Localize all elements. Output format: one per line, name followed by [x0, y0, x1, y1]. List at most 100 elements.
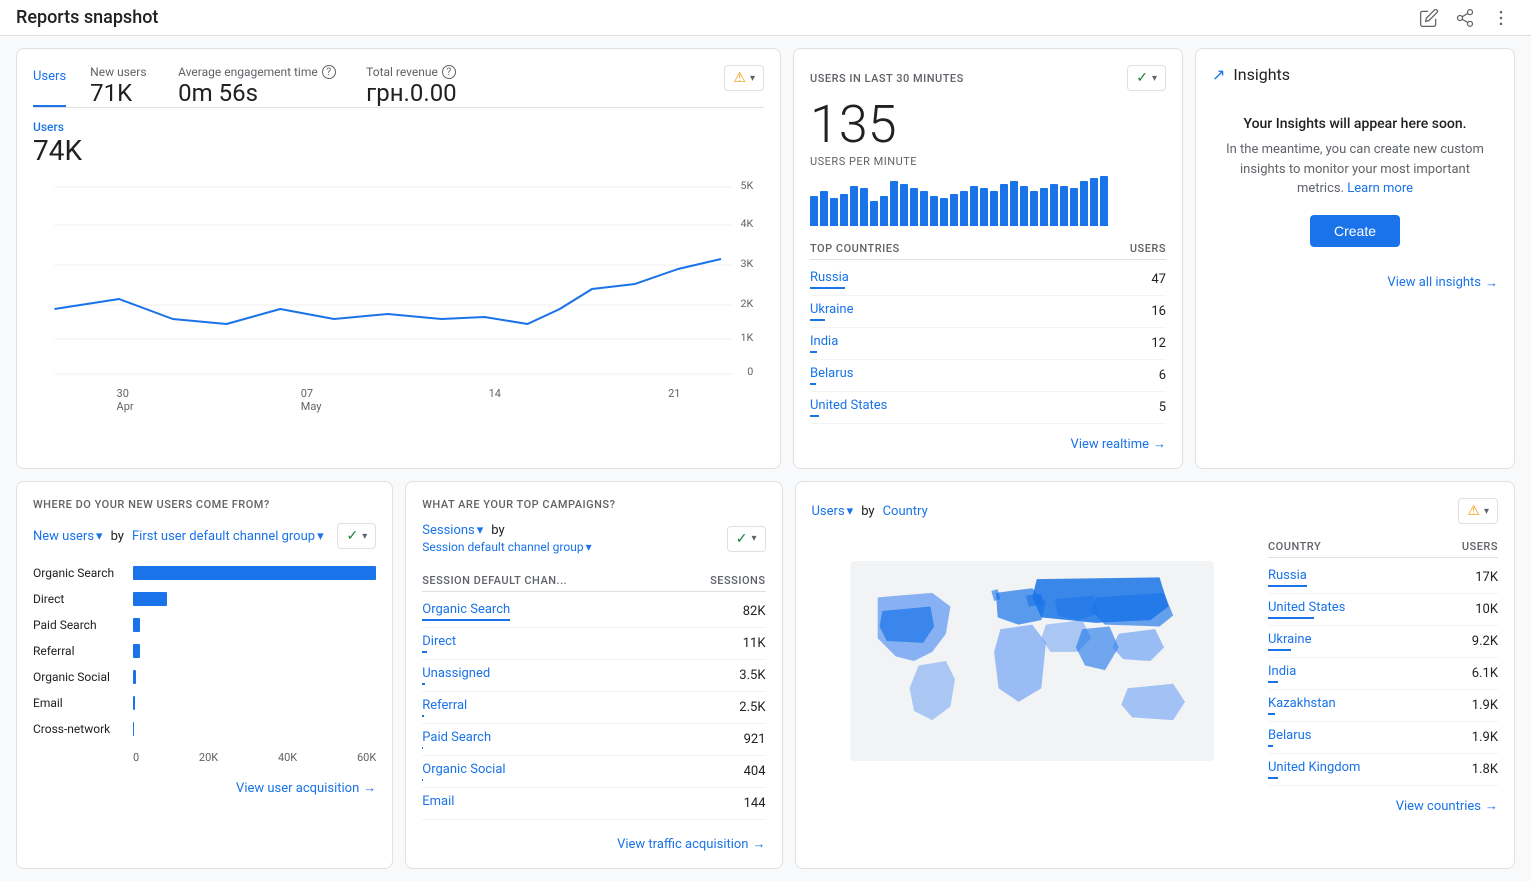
realtime-bar-chart	[810, 176, 1166, 226]
country-cell: United States	[810, 398, 887, 417]
session-channel-link[interactable]: Organic Social	[422, 762, 505, 777]
view-traffic-link[interactable]: View traffic acquisition →	[422, 836, 765, 852]
realtime-card: USERS IN LAST 30 MINUTES ✓ ▾ 135 USERS P…	[793, 48, 1183, 469]
view-realtime-link[interactable]: View realtime →	[810, 436, 1166, 452]
campaigns-filter-button[interactable]: ✓ ▾	[727, 526, 766, 552]
campaigns-section-title: WHAT ARE YOUR TOP CAMPAIGNS?	[422, 498, 765, 511]
share-icon[interactable]	[1451, 4, 1479, 32]
session-channel-link[interactable]: Referral	[422, 698, 467, 713]
geo-country-link[interactable]: Belarus	[1268, 728, 1312, 743]
acquisition-card: WHERE DO YOUR NEW USERS COME FROM? New u…	[16, 481, 393, 869]
engagement-info-icon[interactable]: ?	[322, 65, 336, 79]
country-count: 5	[1159, 400, 1166, 415]
acquisition-filter-button[interactable]: ✓ ▾	[337, 523, 376, 549]
bar-mini	[920, 191, 928, 226]
geo-header: Users ▾ by Country ⚠ ▾	[812, 498, 1499, 524]
geo-rows: Russia 17K United States 10K Ukraine 9.2…	[1268, 562, 1498, 786]
geo-country-link[interactable]: United Kingdom	[1268, 760, 1360, 775]
channel-label: Organic Search	[33, 566, 133, 580]
bar-mini	[860, 188, 868, 226]
country-cell: Russia	[810, 270, 849, 289]
create-button[interactable]: Create	[1310, 215, 1400, 247]
geo-country-cell: Belarus	[1268, 728, 1312, 747]
session-channel-cell: Organic Search	[422, 602, 510, 621]
view-all-insights-link[interactable]: View all insights →	[1212, 275, 1498, 291]
country-link[interactable]: United States	[810, 398, 887, 413]
channel-bar-container	[133, 617, 376, 633]
insights-title: Insights	[1233, 65, 1290, 84]
campaigns-filter-main: Sessions ▾ by	[422, 523, 591, 538]
realtime-subtitle: USERS PER MINUTE	[810, 155, 1166, 168]
view-acquisition-link[interactable]: View user acquisition →	[33, 780, 376, 796]
session-channel-cell: Unassigned	[422, 666, 490, 685]
bar-mini	[990, 191, 998, 226]
geo-content: COUNTRY USERS Russia 17K United States 1…	[812, 536, 1499, 786]
country-bar	[810, 319, 825, 321]
geo-country-link[interactable]: Russia	[1268, 568, 1307, 583]
geo-country-bar	[1268, 681, 1278, 683]
chart-svg: 5K 4K 3K 2K 1K 0	[33, 179, 764, 379]
realtime-dropdown-arrow: ▾	[1152, 73, 1157, 84]
learn-more-link[interactable]: Learn more	[1347, 181, 1413, 196]
session-count: 11K	[743, 636, 766, 651]
view-countries-link[interactable]: View countries →	[812, 798, 1499, 814]
campaigns-filter-sub: Session default channel group ▾	[422, 540, 591, 554]
bar-mini	[910, 188, 918, 226]
country-link[interactable]: Belarus	[810, 366, 854, 381]
realtime-filter-button[interactable]: ✓ ▾	[1127, 65, 1166, 91]
country-count: 16	[1151, 304, 1166, 319]
geo-filter: Users ▾ by Country	[812, 504, 928, 519]
more-icon[interactable]	[1487, 4, 1515, 32]
edit-icon[interactable]	[1415, 4, 1443, 32]
geo-country-link[interactable]: United States	[1268, 600, 1345, 615]
geo-country-link[interactable]: Kazakhstan	[1268, 696, 1336, 711]
page-title: Reports snapshot	[16, 7, 158, 28]
geo-metric-filter[interactable]: Users ▾	[812, 504, 854, 519]
geo-country-cell: Ukraine	[1268, 632, 1311, 651]
revenue-info-icon[interactable]: ?	[442, 65, 456, 79]
channel-bar-container	[133, 695, 376, 711]
channel-row: Paid Search	[33, 617, 376, 633]
avg-engagement-value: 0m 56s	[178, 79, 358, 107]
country-row: Belarus 6	[810, 360, 1166, 392]
country-cell: India	[810, 334, 838, 353]
session-channel-cell: Paid Search	[422, 730, 491, 749]
country-bar	[810, 415, 819, 417]
channel-filter[interactable]: First user default channel group ▾	[132, 529, 324, 544]
country-bar	[810, 351, 817, 353]
warning-button[interactable]: ⚠ ▾	[724, 65, 764, 91]
geo-warning-icon: ⚠	[1467, 503, 1480, 519]
session-channel-link[interactable]: Direct	[422, 634, 456, 649]
session-channel-link[interactable]: Paid Search	[422, 730, 491, 745]
geo-country-link[interactable]: Ukraine	[1268, 632, 1311, 647]
campaigns-filter-col: Sessions ▾ by Session default channel gr…	[422, 523, 591, 554]
country-link[interactable]: Ukraine	[810, 302, 853, 317]
session-channel-row: Email 144	[422, 788, 765, 820]
users-label: Users	[33, 120, 82, 134]
session-channel-link[interactable]: Organic Search	[422, 602, 510, 617]
country-link[interactable]: India	[810, 334, 838, 349]
geo-warning-button[interactable]: ⚠ ▾	[1458, 498, 1498, 524]
session-channel-filter[interactable]: Session default channel group ▾	[422, 540, 591, 554]
acquisition-dropdown-arrow: ▾	[362, 531, 367, 542]
countries-table-header: TOP COUNTRIES USERS	[810, 238, 1166, 260]
session-count: 82K	[743, 604, 766, 619]
bar-mini	[870, 201, 878, 226]
geo-country-link[interactable]: India	[1268, 664, 1296, 679]
bar-mini	[960, 191, 968, 226]
svg-text:3K: 3K	[740, 257, 753, 270]
new-users-filter[interactable]: New users ▾	[33, 529, 103, 544]
session-channel-col: SESSION DEFAULT CHAN...	[422, 574, 567, 587]
channel-row: Organic Search	[33, 565, 376, 581]
geo-country-bar	[1268, 617, 1314, 619]
geo-dimension-filter[interactable]: Country	[883, 504, 928, 519]
users-value: 74K	[33, 134, 82, 167]
country-link[interactable]: Russia	[810, 270, 849, 285]
warning-icon: ⚠	[733, 70, 746, 86]
tab-users[interactable]: Users	[33, 65, 66, 107]
session-channel-link[interactable]: Email	[422, 794, 454, 809]
svg-text:2K: 2K	[740, 297, 753, 310]
sessions-filter[interactable]: Sessions ▾	[422, 523, 483, 538]
session-channel-link[interactable]: Unassigned	[422, 666, 490, 681]
geo-country-count: 9.2K	[1472, 634, 1498, 649]
